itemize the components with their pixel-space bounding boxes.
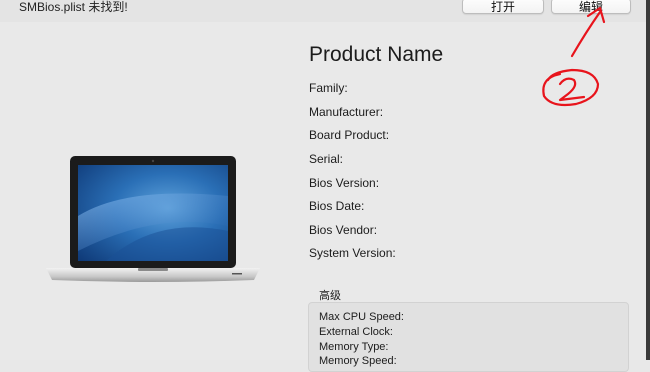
window-edge: [646, 0, 650, 360]
max-cpu-speed-label: Max CPU Speed:: [319, 311, 404, 323]
memory-type-label: Memory Type:: [319, 341, 389, 353]
bios-date-label: Bios Date:: [309, 199, 365, 213]
family-label: Family:: [309, 81, 348, 95]
external-clock-label: External Clock:: [319, 326, 393, 338]
board-product-label: Board Product:: [309, 128, 390, 142]
system-version-label: System Version:: [309, 246, 396, 260]
memory-speed-label: Memory Speed:: [319, 355, 397, 367]
macbook-pro-image: [46, 156, 260, 282]
serial-label: Serial:: [309, 152, 344, 166]
status-message: SMBios.plist 未找到!: [19, 0, 128, 14]
toolbar: SMBios.plist 未找到! 打开 编辑: [0, 0, 650, 22]
edit-button[interactable]: 编辑: [551, 0, 631, 14]
bios-vendor-label: Bios Vendor:: [309, 223, 378, 237]
product-name-title: Product Name: [309, 43, 444, 66]
bios-version-label: Bios Version:: [309, 176, 380, 190]
manufacturer-label: Manufacturer:: [309, 105, 384, 119]
open-button[interactable]: 打开: [462, 0, 544, 14]
